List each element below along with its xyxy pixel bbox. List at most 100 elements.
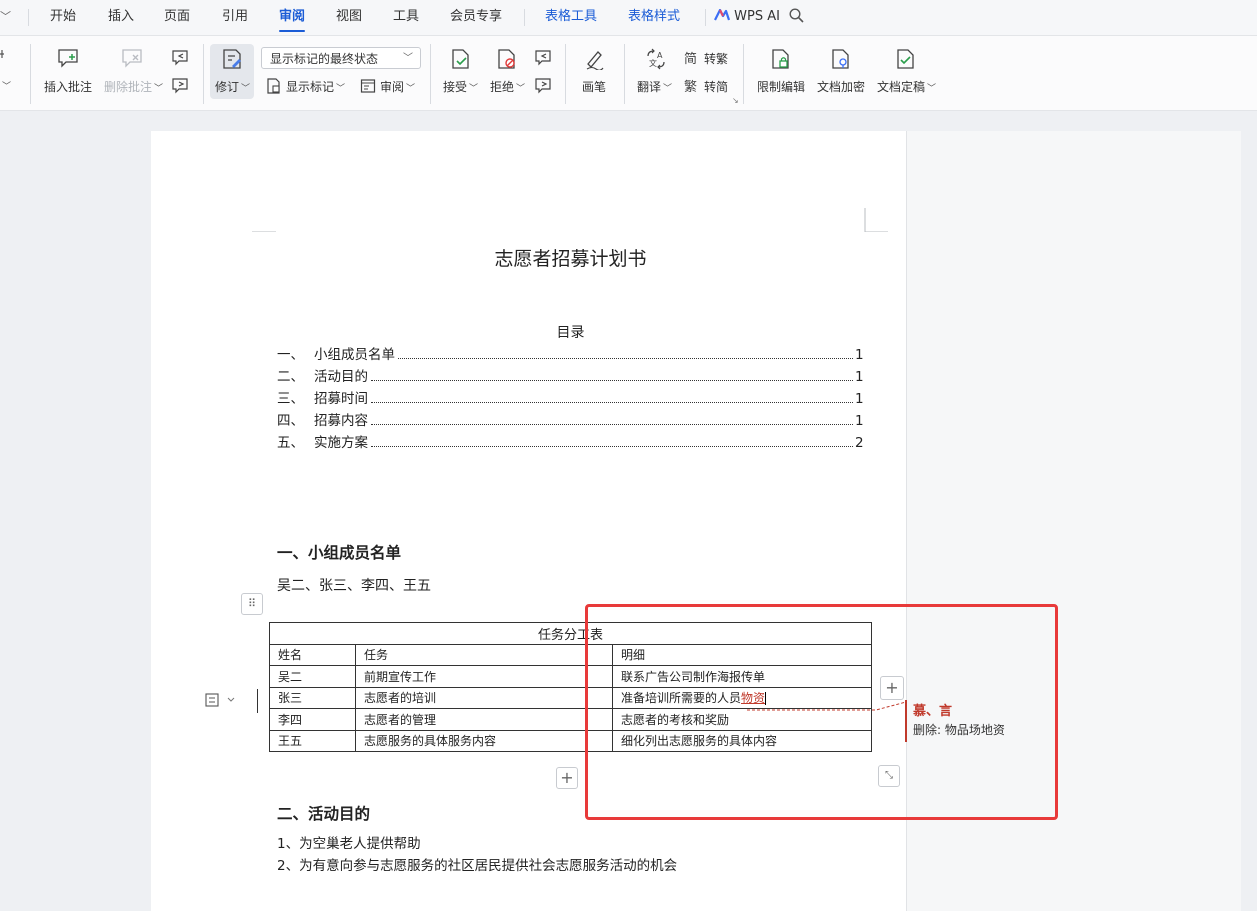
toc-leader — [371, 424, 853, 425]
tab-review[interactable]: 审阅 — [279, 0, 306, 35]
insert-comment-icon[interactable] — [57, 48, 79, 68]
table-header-cell[interactable]: 任务 — [355, 643, 613, 666]
wps-ai-button[interactable]: WPS AI — [714, 0, 780, 35]
toc-leader — [371, 380, 853, 381]
menu-tab-bar: ﹀ 开始 插入 页面 引用 审阅 视图 工具 会员专享 表格工具 表格样式 WP… — [0, 0, 1257, 36]
toc-text: 招募内容 — [314, 413, 368, 429]
purpose-line[interactable]: 1、为空巢老人提供帮助 — [277, 832, 421, 852]
toc-text: 招募时间 — [314, 391, 368, 407]
toc-text: 实施方案 — [314, 435, 368, 451]
search-icon[interactable] — [789, 0, 804, 35]
review-ribbon — [0, 36, 1257, 111]
tab-insert[interactable]: 插入 — [108, 0, 134, 35]
markup-mode-select[interactable]: 显示标记的最终状态 ﹀ — [261, 47, 421, 69]
insert-comment-button[interactable]: 插入批注 — [44, 78, 92, 95]
toc-entry[interactable]: 五、 实施方案 2 — [277, 431, 864, 451]
track-changes-icon — [221, 48, 243, 70]
table-move-handle-icon[interactable]: ⠿ — [241, 593, 263, 615]
pen-button[interactable]: 画笔 — [582, 78, 606, 95]
pen-icon — [584, 48, 604, 70]
table-cell[interactable]: 李四 — [269, 708, 356, 731]
divider — [30, 44, 31, 104]
toc-leader — [398, 358, 853, 359]
truncated-tool-dropdown[interactable]: ﹀ — [0, 78, 11, 92]
tab-member[interactable]: 会员专享 — [450, 0, 502, 35]
table-header-cell[interactable]: 姓名 — [269, 643, 356, 666]
restrict-edit-button[interactable]: 限制编辑 — [757, 78, 805, 95]
section-heading[interactable]: 二、活动目的 — [277, 802, 370, 824]
toc-leader — [371, 402, 853, 403]
convert-simplified-icon: 繁 — [684, 78, 700, 94]
accept-change-button[interactable]: 接受 ﹀ — [443, 78, 478, 95]
document-title[interactable]: 志愿者招募计划书 — [0, 244, 1141, 271]
show-markup-icon — [266, 78, 282, 94]
toc-number: 一、 — [277, 347, 304, 363]
delete-comment-icon — [121, 48, 143, 68]
track-changes-label[interactable]: 修订 ﹀ — [215, 78, 250, 95]
divider — [565, 44, 566, 104]
reject-change-icon — [497, 48, 517, 70]
table-cell[interactable]: 张三 — [269, 686, 356, 709]
toc-page: 1 — [855, 413, 864, 429]
table-cell[interactable]: 前期宣传工作 — [355, 665, 613, 688]
table-cell[interactable]: 志愿者的管理 — [355, 708, 613, 731]
toc-number: 四、 — [277, 413, 304, 429]
next-change-icon[interactable] — [535, 78, 553, 94]
table-cell[interactable]: 王五 — [269, 729, 356, 752]
add-row-icon[interactable]: + — [556, 767, 578, 789]
review-pane-button[interactable]: 审阅 ﹀ — [380, 78, 415, 95]
toc-entry[interactable]: 三、 招募时间 1 — [277, 387, 864, 407]
tab-page[interactable]: 页面 — [164, 0, 190, 35]
toc-page: 1 — [855, 369, 864, 385]
translate-button[interactable]: 翻译 ﹀ — [637, 78, 672, 95]
convert-traditional-icon: 简 — [684, 50, 700, 66]
table-cell[interactable]: 志愿服务的具体服务内容 — [355, 729, 613, 752]
previous-change-icon[interactable] — [535, 50, 553, 66]
divider — [203, 44, 204, 104]
chevron-down-icon: ﹀ — [403, 53, 413, 64]
purpose-line[interactable]: 2、为有意向参与志愿服务的社区居民提供社会志愿服务活动的机会 — [277, 854, 677, 874]
wps-ai-label: WPS AI — [734, 9, 780, 24]
group-expand-icon[interactable]: ↘ — [732, 96, 739, 105]
reject-change-button[interactable]: 拒绝 ﹀ — [490, 78, 525, 95]
table-cell[interactable]: 志愿者的培训 — [355, 686, 613, 709]
tab-table-tools[interactable]: 表格工具 — [545, 0, 597, 35]
section-heading[interactable]: 一、小组成员名单 — [277, 541, 401, 563]
convert-traditional-button[interactable]: 转繁 — [704, 50, 728, 67]
tab-table-style[interactable]: 表格样式 — [628, 0, 680, 35]
tab-home[interactable]: 开始 — [50, 0, 76, 35]
tab-tools[interactable]: 工具 — [393, 0, 419, 35]
row-select-handle[interactable] — [201, 689, 239, 711]
svg-text:繁: 繁 — [684, 79, 697, 94]
document-encrypt-icon — [831, 48, 851, 70]
divider — [28, 9, 29, 26]
highlight-box — [585, 604, 1058, 820]
document-encrypt-button[interactable]: 文档加密 — [817, 78, 865, 95]
show-markup-button[interactable]: 显示标记 ﹀ — [286, 78, 345, 95]
row-indicator-bar — [257, 689, 258, 713]
next-comment-icon[interactable] — [172, 78, 190, 94]
toc-text: 小组成员名单 — [314, 347, 395, 363]
document-finalize-button[interactable]: 文档定稿 ﹀ — [877, 78, 936, 95]
toc-text: 活动目的 — [314, 369, 368, 385]
toc-entry[interactable]: 二、 活动目的 1 — [277, 365, 864, 385]
divider — [624, 44, 625, 104]
collapse-chevron-icon[interactable]: ﹀ — [0, 0, 11, 35]
tab-view[interactable]: 视图 — [336, 0, 362, 35]
truncated-tool-icon[interactable] — [0, 48, 8, 64]
divider — [743, 44, 744, 104]
toc-entry[interactable]: 四、 招募内容 1 — [277, 409, 864, 429]
toc-title[interactable]: 目录 — [0, 322, 1141, 342]
member-list[interactable]: 吴二、张三、李四、王五 — [277, 575, 431, 595]
previous-comment-icon[interactable] — [172, 50, 190, 66]
toc-number: 二、 — [277, 369, 304, 385]
restrict-edit-icon — [771, 48, 791, 70]
delete-comment-button: 删除批注 ﹀ — [104, 80, 164, 94]
tab-references[interactable]: 引用 — [222, 0, 248, 35]
markup-mode-value: 显示标记的最终状态 — [270, 52, 379, 66]
table-cell[interactable]: 吴二 — [269, 665, 356, 688]
toc-page: 1 — [855, 391, 864, 407]
convert-simplified-button[interactable]: 转简 — [704, 78, 728, 95]
toc-entry[interactable]: 一、 小组成员名单 1 — [277, 343, 864, 363]
svg-text:文: 文 — [649, 58, 657, 68]
